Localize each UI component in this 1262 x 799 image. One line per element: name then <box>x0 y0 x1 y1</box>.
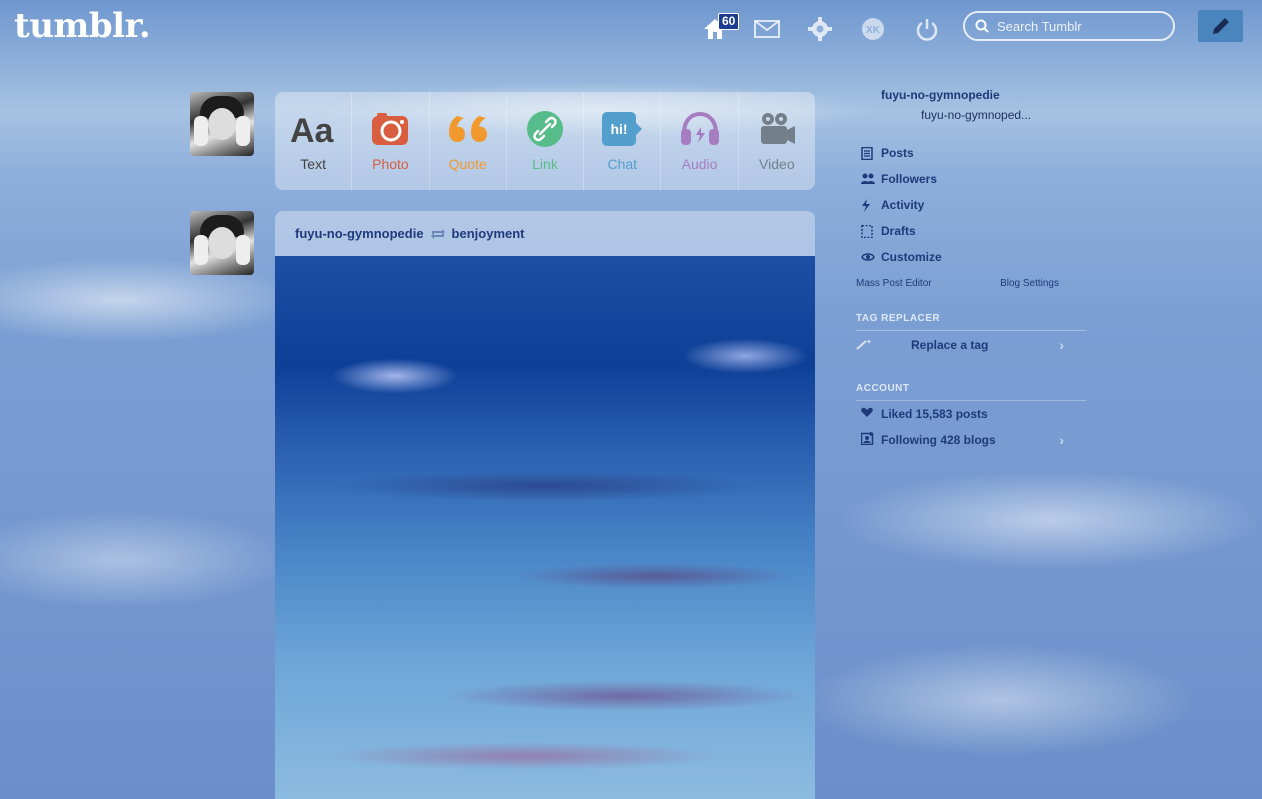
chevron-right-icon: › <box>1059 337 1064 353</box>
post-type-label: Link <box>532 156 558 172</box>
reblog-source-link[interactable]: benjoyment <box>452 226 525 241</box>
sidebar: fuyu-no-gymnopedie fuyu-no-gymnoped... P… <box>856 88 1086 453</box>
post-type-label: Photo <box>372 156 409 172</box>
logout-button[interactable] <box>912 14 942 44</box>
following-blogs-item[interactable]: Following 428 blogs › <box>856 427 1086 453</box>
search-icon <box>975 19 989 33</box>
post-type-label: Quote <box>448 156 487 172</box>
link-icon <box>526 111 563 147</box>
replace-tag-label: Replace a tag <box>911 338 989 352</box>
drafts-icon <box>856 224 881 238</box>
sidebar-blog-name[interactable]: fuyu-no-gymnopedie <box>881 88 1086 102</box>
post-type-bar: Aa Text Photo Quote Link hi! Chat Audio … <box>275 92 815 190</box>
post-author-link[interactable]: fuyu-no-gymnopedie <box>295 226 424 241</box>
text-icon: Aa <box>290 112 335 146</box>
sidebar-item-customize[interactable]: Customize <box>856 244 1086 270</box>
post-type-video[interactable]: Video <box>739 92 815 190</box>
sidebar-item-label: Followers <box>881 172 938 186</box>
replace-tag-item[interactable]: ✦ Replace a tag › <box>856 330 1086 359</box>
sidebar-item-label: Customize <box>881 250 942 264</box>
sidebar-item-followers[interactable]: Followers <box>856 166 1086 192</box>
xkit-button[interactable]: XK <box>858 14 888 44</box>
camera-icon <box>372 113 409 145</box>
top-navigation: 60 XK <box>0 8 1262 48</box>
post-type-label: Audio <box>681 156 718 172</box>
settings-button[interactable] <box>805 14 835 44</box>
tag-replacer-heading: TAG REPLACER <box>856 313 941 324</box>
reblog-icon <box>430 227 446 241</box>
chevron-right-icon: › <box>1059 432 1064 448</box>
sidebar-item-posts[interactable]: Posts <box>856 140 1086 166</box>
pencil-icon <box>1212 18 1229 34</box>
post-type-link[interactable]: Link <box>507 92 585 190</box>
post-type-photo[interactable]: Photo <box>352 92 430 190</box>
posts-icon <box>856 146 881 160</box>
svg-text:✦: ✦ <box>866 338 872 346</box>
following-icon <box>856 432 881 448</box>
messages-button[interactable] <box>752 14 782 44</box>
svg-text:XK: XK <box>866 25 881 36</box>
post-type-label: Text <box>300 156 326 172</box>
eye-icon <box>856 252 881 262</box>
video-camera-icon <box>760 113 795 144</box>
post-type-label: Chat <box>607 156 638 172</box>
post-type-label: Video <box>759 156 795 172</box>
dashboard-post: fuyu-no-gymnopedie benjoyment <box>275 211 815 799</box>
sidebar-blog-menu: Posts Followers Activity Drafts Customiz… <box>856 140 1086 270</box>
inbox-count-badge: 60 <box>718 13 740 30</box>
sidebar-secondary-links: Mass Post Editor Blog Settings <box>856 278 1059 289</box>
post-header: fuyu-no-gymnopedie benjoyment <box>275 211 815 256</box>
magic-wand-icon: ✦ <box>856 338 911 353</box>
sidebar-item-activity[interactable]: Activity <box>856 192 1086 218</box>
home-button[interactable]: 60 <box>700 13 740 44</box>
quote-icon <box>448 116 487 142</box>
liked-posts-label: Liked 15,583 posts <box>881 407 988 421</box>
headphones-icon <box>680 111 719 145</box>
gear-icon <box>808 17 832 41</box>
search-input[interactable] <box>995 17 1169 35</box>
account-heading: ACCOUNT <box>856 383 910 394</box>
sidebar-item-label: Drafts <box>881 224 916 238</box>
svg-text:hi!: hi! <box>611 121 628 137</box>
blog-settings-link[interactable]: Blog Settings <box>1000 278 1059 289</box>
sidebar-item-label: Activity <box>881 198 925 212</box>
sidebar-blog-title[interactable]: fuyu-no-gymnoped... <box>921 108 1086 122</box>
user-avatar[interactable] <box>190 92 254 156</box>
sidebar-item-drafts[interactable]: Drafts <box>856 218 1086 244</box>
compose-button[interactable] <box>1198 10 1243 42</box>
post-type-text[interactable]: Aa Text <box>275 92 353 190</box>
sidebar-item-label: Posts <box>881 146 914 160</box>
following-blogs-label: Following 428 blogs <box>881 433 996 447</box>
post-type-quote[interactable]: Quote <box>430 92 507 190</box>
heart-icon <box>856 407 881 421</box>
chat-icon: hi! <box>602 112 643 146</box>
search-box[interactable] <box>963 11 1175 41</box>
post-photo[interactable] <box>275 256 815 799</box>
power-icon <box>916 19 938 41</box>
lightning-icon <box>856 198 881 212</box>
liked-posts-item[interactable]: Liked 15,583 posts <box>856 400 1086 427</box>
followers-icon <box>856 173 881 185</box>
xkit-icon: XK <box>862 18 884 40</box>
post-type-chat[interactable]: hi! Chat <box>584 92 662 190</box>
mass-post-editor-link[interactable]: Mass Post Editor <box>856 278 932 289</box>
post-author-avatar[interactable] <box>190 211 254 275</box>
post-type-audio[interactable]: Audio <box>661 92 739 190</box>
envelope-icon <box>754 20 780 38</box>
svg-text:Aa: Aa <box>290 112 335 146</box>
